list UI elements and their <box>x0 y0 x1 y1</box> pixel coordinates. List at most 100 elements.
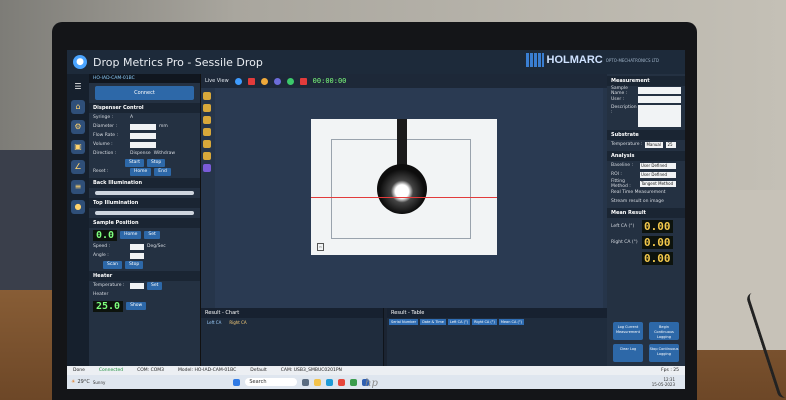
speed-unit: Deg/Sec <box>147 244 166 249</box>
settings-icon[interactable] <box>260 77 268 85</box>
dispense-radio[interactable]: Dispense <box>130 151 151 156</box>
angle-icon[interactable]: ∠ <box>71 160 85 174</box>
weather-icon[interactable]: ☀ <box>71 379 75 385</box>
end-button[interactable]: End <box>154 167 171 176</box>
title-bar: ● Drop Metrics Pro - Sessile Drop HOLMAR… <box>67 50 685 74</box>
start-button[interactable]: Start <box>125 158 144 167</box>
fitting-row: Fitting Method : Tangent Method <box>607 179 685 189</box>
timer-stop-icon[interactable] <box>299 77 307 85</box>
position-set-button[interactable]: Set <box>144 231 160 239</box>
edge-icon[interactable] <box>326 378 334 386</box>
syringe-option-a[interactable]: A <box>130 115 133 120</box>
user-input[interactable] <box>637 96 681 103</box>
temp-value-select[interactable]: 25 <box>666 141 677 148</box>
top-illumination-slider[interactable] <box>95 211 194 215</box>
crop-icon[interactable] <box>203 128 211 136</box>
text-icon[interactable] <box>203 164 211 172</box>
timer-start-icon[interactable] <box>286 77 294 85</box>
task-view-icon[interactable] <box>302 378 310 386</box>
flow-rate-input[interactable] <box>130 132 156 139</box>
zoom-out-icon[interactable] <box>203 104 211 112</box>
clock-date: 15-05-2023 <box>651 382 675 387</box>
begin-logging-button[interactable]: Begin Continuous Logging <box>649 322 679 340</box>
sample-position-header: Sample Position <box>89 218 200 228</box>
fitting-select[interactable]: Tangent Method <box>640 180 676 187</box>
heater-header: Heater <box>89 271 200 281</box>
measurement-header: Measurement <box>607 76 685 86</box>
camera-view[interactable]: ▭ <box>215 88 603 308</box>
image-icon[interactable]: ▣ <box>71 140 85 154</box>
home-button[interactable]: Home <box>130 167 152 176</box>
table-header-cell: Serial Number <box>389 319 419 325</box>
scan-button[interactable]: Scan <box>103 260 122 269</box>
real-time-row[interactable]: Real Time Measurement <box>607 188 685 197</box>
sample-name-input[interactable] <box>637 87 681 94</box>
start-icon[interactable] <box>233 378 241 386</box>
drop-tool-icon[interactable] <box>203 152 211 160</box>
capture-icon[interactable] <box>273 77 281 85</box>
zoom-in-icon[interactable] <box>203 92 211 100</box>
substrate-temp-label: Temperature : <box>611 142 643 147</box>
left-ca-display: 0.00 <box>642 219 673 233</box>
diameter-row: Diameter : mm <box>89 122 200 131</box>
real-time-checkbox[interactable]: Real Time Measurement <box>611 190 665 195</box>
clear-log-button[interactable]: Clear Log <box>613 344 643 362</box>
baseline-label: Baseline : <box>611 163 634 168</box>
back-illumination-slider[interactable] <box>95 191 194 195</box>
brand-subtitle: OPTO-MECHATRONICS LTD <box>605 57 659 63</box>
status-cam: CAM: USB3_SMBUC0201PN <box>280 368 342 373</box>
position-home-button[interactable]: Home <box>120 231 142 239</box>
roi-select[interactable]: User Defined <box>640 171 676 178</box>
volume-row: Volume : <box>89 140 200 149</box>
baseline-line[interactable] <box>311 197 497 198</box>
brand-logo: HOLMARC OPTO-MECHATRONICS LTD <box>525 53 659 67</box>
scan-stop-button[interactable]: Stop <box>124 260 144 269</box>
stream-row[interactable]: Stream result on image <box>607 197 685 206</box>
roi-label: ROI : <box>611 172 622 177</box>
explorer-icon[interactable] <box>314 378 322 386</box>
measure-icon[interactable] <box>203 140 211 148</box>
play-icon[interactable] <box>234 77 242 85</box>
record-stop-icon[interactable] <box>247 77 255 85</box>
heater-show-button[interactable]: Show <box>126 302 147 310</box>
table-header-cell: Right CA (°) <box>472 319 497 325</box>
chrome-icon[interactable] <box>338 378 346 386</box>
diameter-input[interactable] <box>130 123 156 130</box>
flow-rate-label: Flow Rate : <box>93 133 118 138</box>
fit-icon[interactable] <box>203 116 211 124</box>
timer-display: 00:00:00 <box>312 77 347 85</box>
drop-icon[interactable]: ● <box>71 200 85 214</box>
baseline-select[interactable]: User Defined <box>640 162 676 169</box>
speed-input[interactable] <box>130 243 144 250</box>
description-input[interactable] <box>638 105 681 127</box>
report-icon[interactable]: ≡ <box>71 180 85 194</box>
weather-temp[interactable]: 29°C <box>77 379 89 385</box>
status-fps: Fps : 25 <box>661 368 679 373</box>
search-box[interactable]: Search <box>245 378 298 386</box>
mean-ca-display: 0.00 <box>642 251 673 265</box>
sample-name-label: Sample Name : <box>611 85 628 96</box>
stop-logging-button[interactable]: Stop Continuous Logging <box>649 344 679 362</box>
right-ca-display: 0.00 <box>642 235 673 249</box>
gear-icon[interactable]: ⚙ <box>71 120 85 134</box>
menu-icon[interactable]: ☰ <box>71 80 85 94</box>
laptop: ● Drop Metrics Pro - Sessile Drop HOLMAR… <box>52 22 697 400</box>
app-icon[interactable] <box>350 378 358 386</box>
volume-input[interactable] <box>130 141 156 148</box>
stream-checkbox[interactable]: Stream result on image <box>611 199 664 204</box>
temperature-input[interactable] <box>130 282 144 289</box>
table-header-row: Serial Number Date & Time Left CA (°) Ri… <box>387 318 607 326</box>
connect-button[interactable]: Connect <box>95 86 194 100</box>
user-label: User : <box>611 97 625 102</box>
speed-row: Speed : Deg/Sec <box>89 242 200 251</box>
home-icon[interactable]: ⌂ <box>71 100 85 114</box>
left-ca-row: Left CA (°) 0.00 <box>607 218 685 234</box>
top-illumination-header: Top Illumination <box>89 198 200 208</box>
heater-set-button[interactable]: Set <box>147 281 163 290</box>
angle-input[interactable] <box>130 252 144 259</box>
temp-mode-select[interactable]: Manual <box>645 141 664 148</box>
log-current-button[interactable]: Log Current Measurement <box>613 322 643 340</box>
withdraw-radio[interactable]: Withdraw <box>154 151 175 156</box>
analysis-header: Analysis <box>607 151 685 161</box>
stop-button[interactable]: Stop <box>147 158 166 167</box>
